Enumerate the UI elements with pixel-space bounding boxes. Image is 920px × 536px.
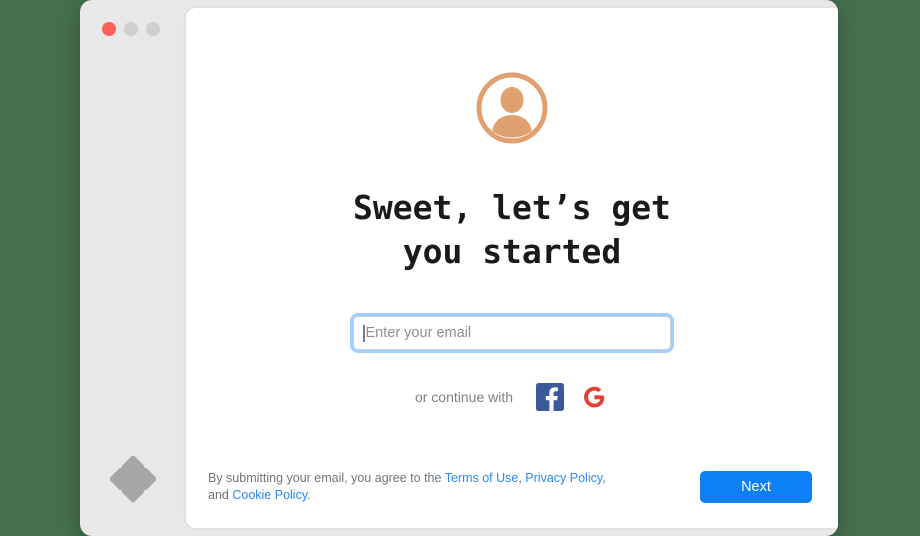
continue-with-label: or continue with <box>414 389 514 405</box>
email-input[interactable]: Enter your email <box>353 316 671 350</box>
google-icon <box>584 386 605 408</box>
avatar <box>186 72 838 144</box>
text-caret <box>363 324 365 342</box>
google-login-button[interactable] <box>579 382 609 412</box>
app-window: Sweet, let’s get you started Enter your … <box>80 0 838 536</box>
desktop-background: Sweet, let’s get you started Enter your … <box>0 0 920 536</box>
legal-prefix: By submitting your email, you agree to t… <box>208 471 445 485</box>
next-button[interactable]: Next <box>700 471 812 503</box>
facebook-login-button[interactable] <box>535 382 565 412</box>
email-placeholder: Enter your email <box>365 325 472 341</box>
close-button[interactable] <box>102 22 116 36</box>
cookie-policy-link[interactable]: Cookie Policy <box>232 488 307 502</box>
facebook-icon <box>536 383 565 411</box>
dropbox-logo-icon <box>110 456 156 504</box>
privacy-policy-link[interactable]: Privacy Policy <box>525 471 602 485</box>
window-controls <box>102 22 160 36</box>
panel-footer: By submitting your email, you agree to t… <box>186 446 838 528</box>
social-login-row: or continue with <box>186 382 838 412</box>
legal-text: By submitting your email, you agree to t… <box>208 470 608 504</box>
email-row: Enter your email <box>186 316 838 350</box>
maximize-button[interactable] <box>146 22 160 36</box>
page-title: Sweet, let’s get you started <box>353 188 671 271</box>
signup-panel: Sweet, let’s get you started Enter your … <box>186 8 838 528</box>
terms-of-use-link[interactable]: Terms of Use <box>445 471 519 485</box>
legal-sep-3: . <box>307 488 311 502</box>
minimize-button[interactable] <box>124 22 138 36</box>
